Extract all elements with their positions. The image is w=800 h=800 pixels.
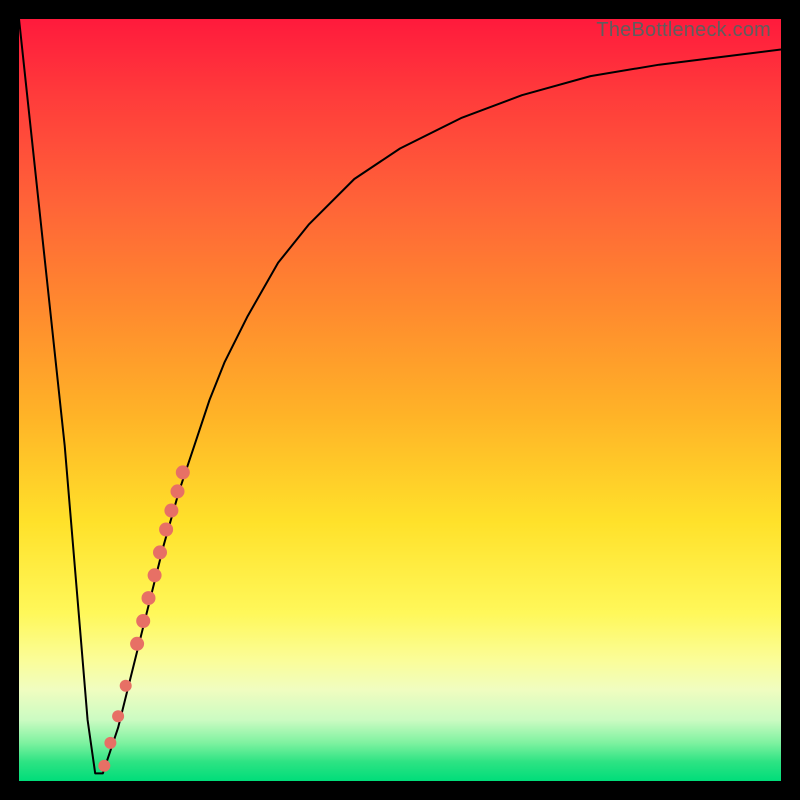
watermark-text: TheBottleneck.com: [596, 19, 771, 42]
marker-dot: [164, 504, 178, 518]
marker-dot: [104, 737, 116, 749]
marker-dot: [98, 760, 110, 772]
chart-svg: [19, 19, 781, 781]
bottleneck-curve: [19, 19, 781, 773]
marker-dot: [171, 484, 185, 498]
plot-area: TheBottleneck.com: [19, 19, 781, 781]
chart-frame: TheBottleneck.com: [0, 0, 800, 800]
marker-dot: [148, 568, 162, 582]
marker-dot: [136, 614, 150, 628]
marker-dot: [176, 465, 190, 479]
marker-dot: [130, 637, 144, 651]
marker-dot: [112, 710, 124, 722]
marker-dot: [142, 591, 156, 605]
marker-dot: [153, 545, 167, 559]
marker-dot: [120, 680, 132, 692]
marker-dot: [159, 523, 173, 537]
